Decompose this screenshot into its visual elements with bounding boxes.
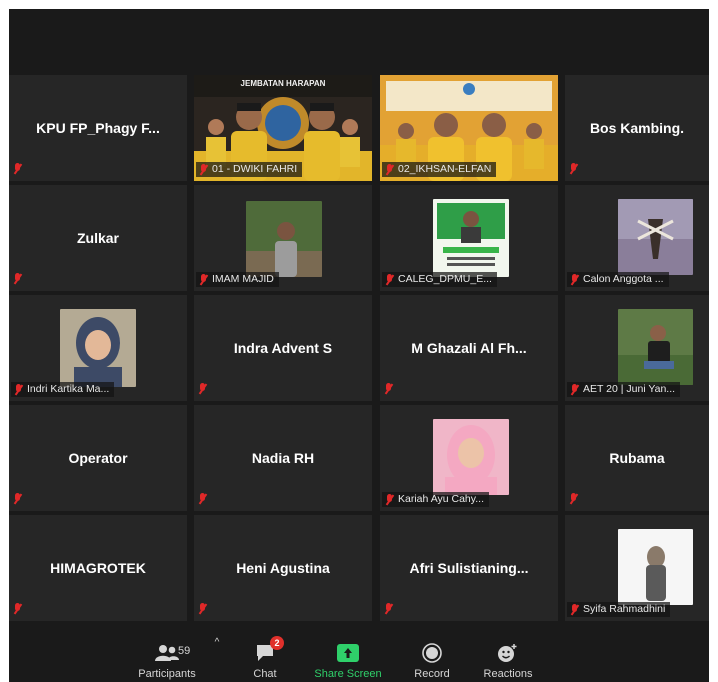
participants-count: 59	[178, 645, 191, 657]
muted-mic-icon	[199, 163, 208, 176]
participant-nameplate: AET 20 | Juni Yan...	[567, 382, 681, 397]
muted-mic-icon	[384, 603, 393, 615]
participant-name: Zulkar	[76, 230, 119, 246]
record-label: Record	[414, 668, 450, 680]
participant-name: Heni Agustina	[236, 560, 330, 576]
participant-tile[interactable]: Nadia RH	[194, 405, 372, 511]
participant-avatar	[246, 201, 322, 277]
participant-tile[interactable]: Indra Advent S	[194, 295, 372, 401]
muted-mic-icon	[570, 603, 579, 616]
participant-tile[interactable]: 02_IKHSAN-ELFAN	[380, 75, 558, 181]
participants-menu-caret[interactable]: ^	[209, 621, 225, 682]
muted-mic-icon	[13, 163, 22, 175]
participant-name: Kariah Ayu Cahy...	[398, 493, 484, 505]
participant-name: 01 - DWIKI FAHRI	[212, 163, 298, 175]
reactions-label: Reactions	[483, 668, 533, 680]
participant-name: M Ghazali Al Fh...	[411, 340, 527, 356]
participant-avatar	[618, 529, 693, 605]
muted-mic-icon	[199, 273, 208, 286]
participant-tile[interactable]: Zulkar	[9, 185, 187, 291]
participant-name: Bos Kambing.	[589, 120, 685, 136]
participant-tile[interactable]: M Ghazali Al Fh...	[380, 295, 558, 401]
chat-button[interactable]: 2 Chat	[241, 621, 289, 682]
zoom-meeting-window: KPU FP_Phagy F... JEMBATAN HARAPAN 01 -	[9, 9, 709, 682]
muted-mic-icon	[385, 493, 394, 506]
record-icon	[419, 642, 445, 664]
participant-tile[interactable]: KPU FP_Phagy F...	[9, 75, 187, 181]
smiley-icon	[495, 642, 521, 664]
chat-unread-badge: 2	[270, 636, 284, 650]
participant-nameplate: Kariah Ayu Cahy...	[382, 492, 489, 507]
participants-icon: 59	[154, 642, 190, 664]
chat-label: Chat	[253, 668, 277, 680]
participant-name: Calon Anggota ...	[583, 273, 664, 285]
muted-mic-icon	[385, 273, 394, 286]
participants-label: Participants	[138, 668, 196, 680]
muted-mic-icon	[385, 163, 394, 176]
reactions-button[interactable]: Reactions	[477, 621, 539, 682]
meeting-toolbar: 59 Participants ^ 2 Chat Share Screen Re…	[9, 621, 709, 682]
participant-nameplate: Syifa Rahmadhini	[567, 602, 671, 617]
chevron-up-icon: ^	[214, 637, 220, 648]
muted-mic-icon	[13, 493, 22, 505]
participant-name: Rubama	[609, 450, 665, 466]
participant-avatar	[433, 419, 509, 495]
muted-mic-icon	[14, 383, 23, 396]
participant-name: Nadia RH	[251, 450, 315, 466]
participant-tile[interactable]: Calon Anggota ...	[565, 185, 709, 291]
participant-avatar	[433, 199, 509, 277]
chat-icon: 2	[252, 636, 284, 664]
share-screen-icon	[335, 642, 361, 664]
muted-mic-icon	[198, 383, 207, 395]
participant-tile[interactable]: Operator	[9, 405, 187, 511]
participant-tile[interactable]: Rubama	[565, 405, 709, 511]
top-bar	[9, 9, 709, 75]
muted-mic-icon	[198, 493, 207, 505]
muted-mic-icon	[569, 493, 578, 505]
muted-mic-icon	[570, 383, 579, 396]
participant-nameplate: CALEG_DPMU_E...	[382, 272, 497, 287]
participant-nameplate: 02_IKHSAN-ELFAN	[382, 162, 497, 177]
participant-nameplate: Indri Kartika Ma...	[11, 382, 115, 397]
participant-tile[interactable]: Heni Agustina	[194, 515, 372, 621]
participant-tile[interactable]: Kariah Ayu Cahy...	[380, 405, 558, 511]
participant-name: Indra Advent S	[233, 340, 333, 356]
participant-avatar	[60, 309, 136, 387]
participant-tile[interactable]: Indri Kartika Ma...	[9, 295, 187, 401]
participant-name: Operator	[68, 450, 128, 466]
participant-tile[interactable]: Afri Sulistianing...	[380, 515, 558, 621]
muted-mic-icon	[570, 273, 579, 286]
muted-mic-icon	[13, 603, 22, 615]
participant-avatar	[618, 199, 693, 275]
participant-avatar	[618, 309, 693, 385]
share-screen-button[interactable]: Share Screen	[312, 621, 384, 682]
participant-nameplate: Calon Anggota ...	[567, 272, 669, 287]
record-button[interactable]: Record	[406, 621, 458, 682]
participants-button[interactable]: 59 Participants	[134, 621, 200, 682]
participant-name: KPU FP_Phagy F...	[36, 120, 160, 136]
participant-name: Afri Sulistianing...	[409, 560, 529, 576]
muted-mic-icon	[384, 383, 393, 395]
participant-name: AET 20 | Juni Yan...	[583, 383, 676, 395]
participant-nameplate: IMAM MAJID	[196, 272, 279, 287]
participant-name: IMAM MAJID	[212, 273, 274, 285]
participant-name: Syifa Rahmadhini	[583, 603, 666, 615]
muted-mic-icon	[198, 603, 207, 615]
video-banner-text: JEMBATAN HARAPAN	[240, 79, 326, 88]
participant-name: HIMAGROTEK	[50, 560, 146, 576]
muted-mic-icon	[569, 163, 578, 175]
participant-tile[interactable]: Bos Kambing.	[565, 75, 709, 181]
participant-tile[interactable]: AET 20 | Juni Yan...	[565, 295, 709, 401]
share-screen-label: Share Screen	[314, 668, 382, 680]
participant-tile[interactable]: JEMBATAN HARAPAN 01 - DWIKI FAHRI	[194, 75, 372, 181]
participant-nameplate: 01 - DWIKI FAHRI	[196, 162, 303, 177]
muted-mic-icon	[13, 273, 22, 285]
participant-name: 02_IKHSAN-ELFAN	[398, 163, 492, 175]
participant-tile[interactable]: CALEG_DPMU_E...	[380, 185, 558, 291]
participant-tile[interactable]: HIMAGROTEK	[9, 515, 187, 621]
participant-tile[interactable]: Syifa Rahmadhini	[565, 515, 709, 621]
participant-name: Indri Kartika Ma...	[27, 383, 110, 395]
participant-name: CALEG_DPMU_E...	[398, 273, 492, 285]
participant-tile[interactable]: IMAM MAJID	[194, 185, 372, 291]
